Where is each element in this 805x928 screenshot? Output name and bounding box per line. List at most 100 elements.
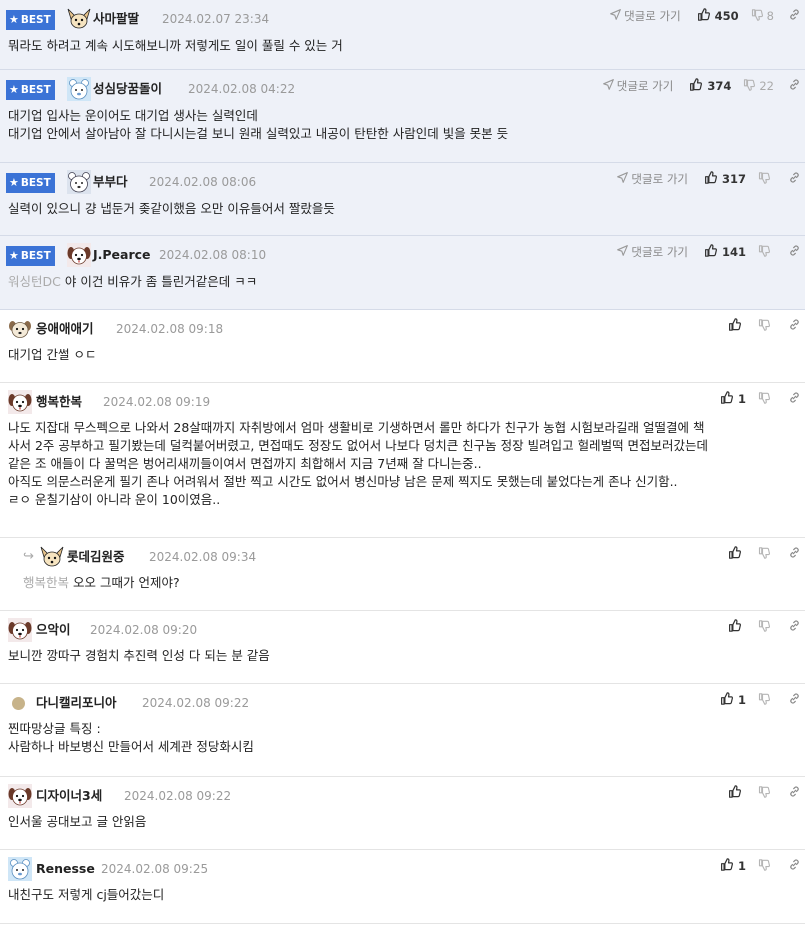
go-to-comment-button[interactable]: 댓글로 가기 [602,78,674,94]
like-button[interactable] [728,619,746,635]
dislike-button[interactable] [758,171,774,187]
like-count: 374 [707,79,732,93]
go-to-comment-button[interactable]: 댓글로 가기 [617,171,688,187]
comment-text-line: 대기업 간썰 ㅇㄷ [8,346,797,364]
dot-avatar[interactable] [12,697,25,710]
dislike-button[interactable]: 8 [751,8,774,24]
thumbs-down-icon [758,244,774,260]
dislike-count: 8 [766,9,774,23]
copy-link-button[interactable] [788,244,801,260]
dislike-button[interactable] [758,546,774,562]
nickname[interactable]: 성심당꿈돌이 [93,80,162,98]
like-count: 1 [737,392,746,406]
best-label: BEST [20,177,51,189]
comment-body: 대기업 간썰 ㅇㄷ [0,346,805,374]
nickname[interactable]: J.Pearce [93,246,151,264]
like-button[interactable] [728,318,746,334]
comment-body: 대기업 입사는 운이어도 대기업 생사는 실력인데 대기업 안에서 살아남아 잘 … [0,106,805,153]
dog-avatar[interactable] [67,243,91,267]
timestamp: 2024.02.08 09:25 [101,862,209,876]
dog-avatar[interactable] [8,390,32,414]
dislike-button[interactable] [758,785,774,801]
copy-link-button[interactable] [788,8,801,24]
go-to-comment-button[interactable]: 댓글로 가기 [610,8,681,24]
nickname[interactable]: 으악이 [36,621,71,639]
dislike-button[interactable] [758,391,774,407]
nickname[interactable]: 다니캘리포니아 [36,694,117,712]
thumbs-down-icon [758,692,774,708]
dislike-button[interactable]: 22 [743,78,774,94]
timestamp: 2024.02.08 09:34 [149,550,257,564]
like-button[interactable]: 1 [720,858,746,874]
link-icon [788,619,801,635]
nickname[interactable]: 사마팔딸 [93,10,139,28]
dislike-button[interactable] [758,858,774,874]
comment-item: 행복한복 2024.02.08 09:19 1 나도 지잡대 무스펙으로 나와서 28… [0,383,805,538]
comment-actions: 댓글로 가기 141 [617,242,801,262]
puppy-avatar[interactable] [8,317,32,341]
like-button[interactable]: 1 [720,692,746,708]
nickname[interactable]: 부부다 [93,173,128,191]
fennec-avatar[interactable] [67,7,91,31]
dog-avatar[interactable] [8,784,32,808]
like-button[interactable] [728,785,746,801]
copy-link-button[interactable] [788,171,801,187]
comment-text-line: 나도 지잡대 무스펙으로 나와서 28살때까지 자취방에서 엄마 생활비로 기생… [8,419,797,437]
comment-item: Renesse 2024.02.08 09:25 1 내친구도 저렇게 cj들어갔는디 [0,850,805,924]
copy-link-button[interactable] [788,692,801,708]
timestamp: 2024.02.08 09:18 [116,322,224,336]
nickname[interactable]: 롯데김원중 [67,548,125,566]
comment-text-line: 인서울 공대보고 글 안읽음 [8,813,797,831]
comment-text: 사람하나 바보병신 만들어서 세계관 정당화시킴 [8,739,254,754]
copy-link-button[interactable] [788,318,801,334]
comment-text: 뭐라도 하려고 계속 시도해보니까 저렇게도 일이 풀릴 수 있는 거 [8,38,343,53]
best-badge: ★ BEST [6,10,55,30]
comment-text-line: 사람하나 바보병신 만들어서 세계관 정당화시킴 [8,738,797,756]
send-icon [602,79,617,93]
comment-actions: 댓글로 가기 317 [617,169,801,189]
nickname[interactable]: Renesse [36,860,95,878]
copy-link-button[interactable] [788,546,801,562]
fennec-avatar[interactable] [40,545,64,569]
comment-text: 사서 2주 공부하고 필기봤는데 덜컥붙어버렸고, 면접때도 정장도 없어서 나… [8,438,709,453]
user-tag[interactable]: 워싱턴DC [8,274,61,289]
comment-header: ★ BEST 부부다 2024.02.08 08:06 댓글로 가기 317 [0,163,805,199]
comment-text-line: 사서 2주 공부하고 필기봤는데 덜컥붙어버렸고, 면접때도 정장도 없어서 나… [8,437,797,455]
link-icon [788,546,801,562]
nickname[interactable]: 응애애애기 [36,320,94,338]
comment-text: 찐따망상글 특징 : [8,721,101,736]
like-button[interactable]: 374 [689,78,731,94]
dislike-button[interactable] [758,244,774,260]
bluebear-avatar[interactable] [8,857,32,881]
like-button[interactable] [728,546,746,562]
go-to-comment-label: 댓글로 가기 [616,79,674,93]
comment-item: 응애애애기 2024.02.08 09:18 대기업 간썰 ㅇㄷ [0,310,805,383]
thumbs-down-icon [758,391,774,407]
comment-text: 야 이건 비유가 좀 틀린거같은데 ㅋㅋ [64,274,258,289]
like-button[interactable]: 450 [697,8,739,24]
comment-text: 아직도 의문스러운게 필기 존나 어려워서 절반 찍고 시간도 없어서 병신마냥… [8,474,678,489]
dislike-button[interactable] [758,619,774,635]
like-button[interactable]: 1 [720,391,746,407]
bluebear-avatar[interactable] [67,77,91,101]
nickname[interactable]: 행복한복 [36,393,82,411]
like-button[interactable]: 317 [704,171,746,187]
copy-link-button[interactable] [788,78,801,94]
link-icon [788,858,801,874]
copy-link-button[interactable] [788,391,801,407]
bear-avatar[interactable] [67,170,91,194]
reply-target-name[interactable]: 행복한복 [23,575,69,590]
copy-link-button[interactable] [788,619,801,635]
dislike-button[interactable] [758,692,774,708]
dog-avatar[interactable] [8,618,32,642]
star-icon: ★ [9,249,19,262]
link-icon [788,391,801,407]
copy-link-button[interactable] [788,785,801,801]
copy-link-button[interactable] [788,858,801,874]
like-button[interactable]: 141 [704,244,746,260]
nickname[interactable]: 디자이너3세 [36,787,102,805]
comment-text-line: 같은 조 애들이 다 꿀먹은 벙어리새끼들이여서 면접까지 최합해서 지금 7년… [8,455,797,473]
comment-actions: 댓글로 가기 374 22 [602,76,801,96]
go-to-comment-button[interactable]: 댓글로 가기 [617,244,688,260]
dislike-button[interactable] [758,318,774,334]
